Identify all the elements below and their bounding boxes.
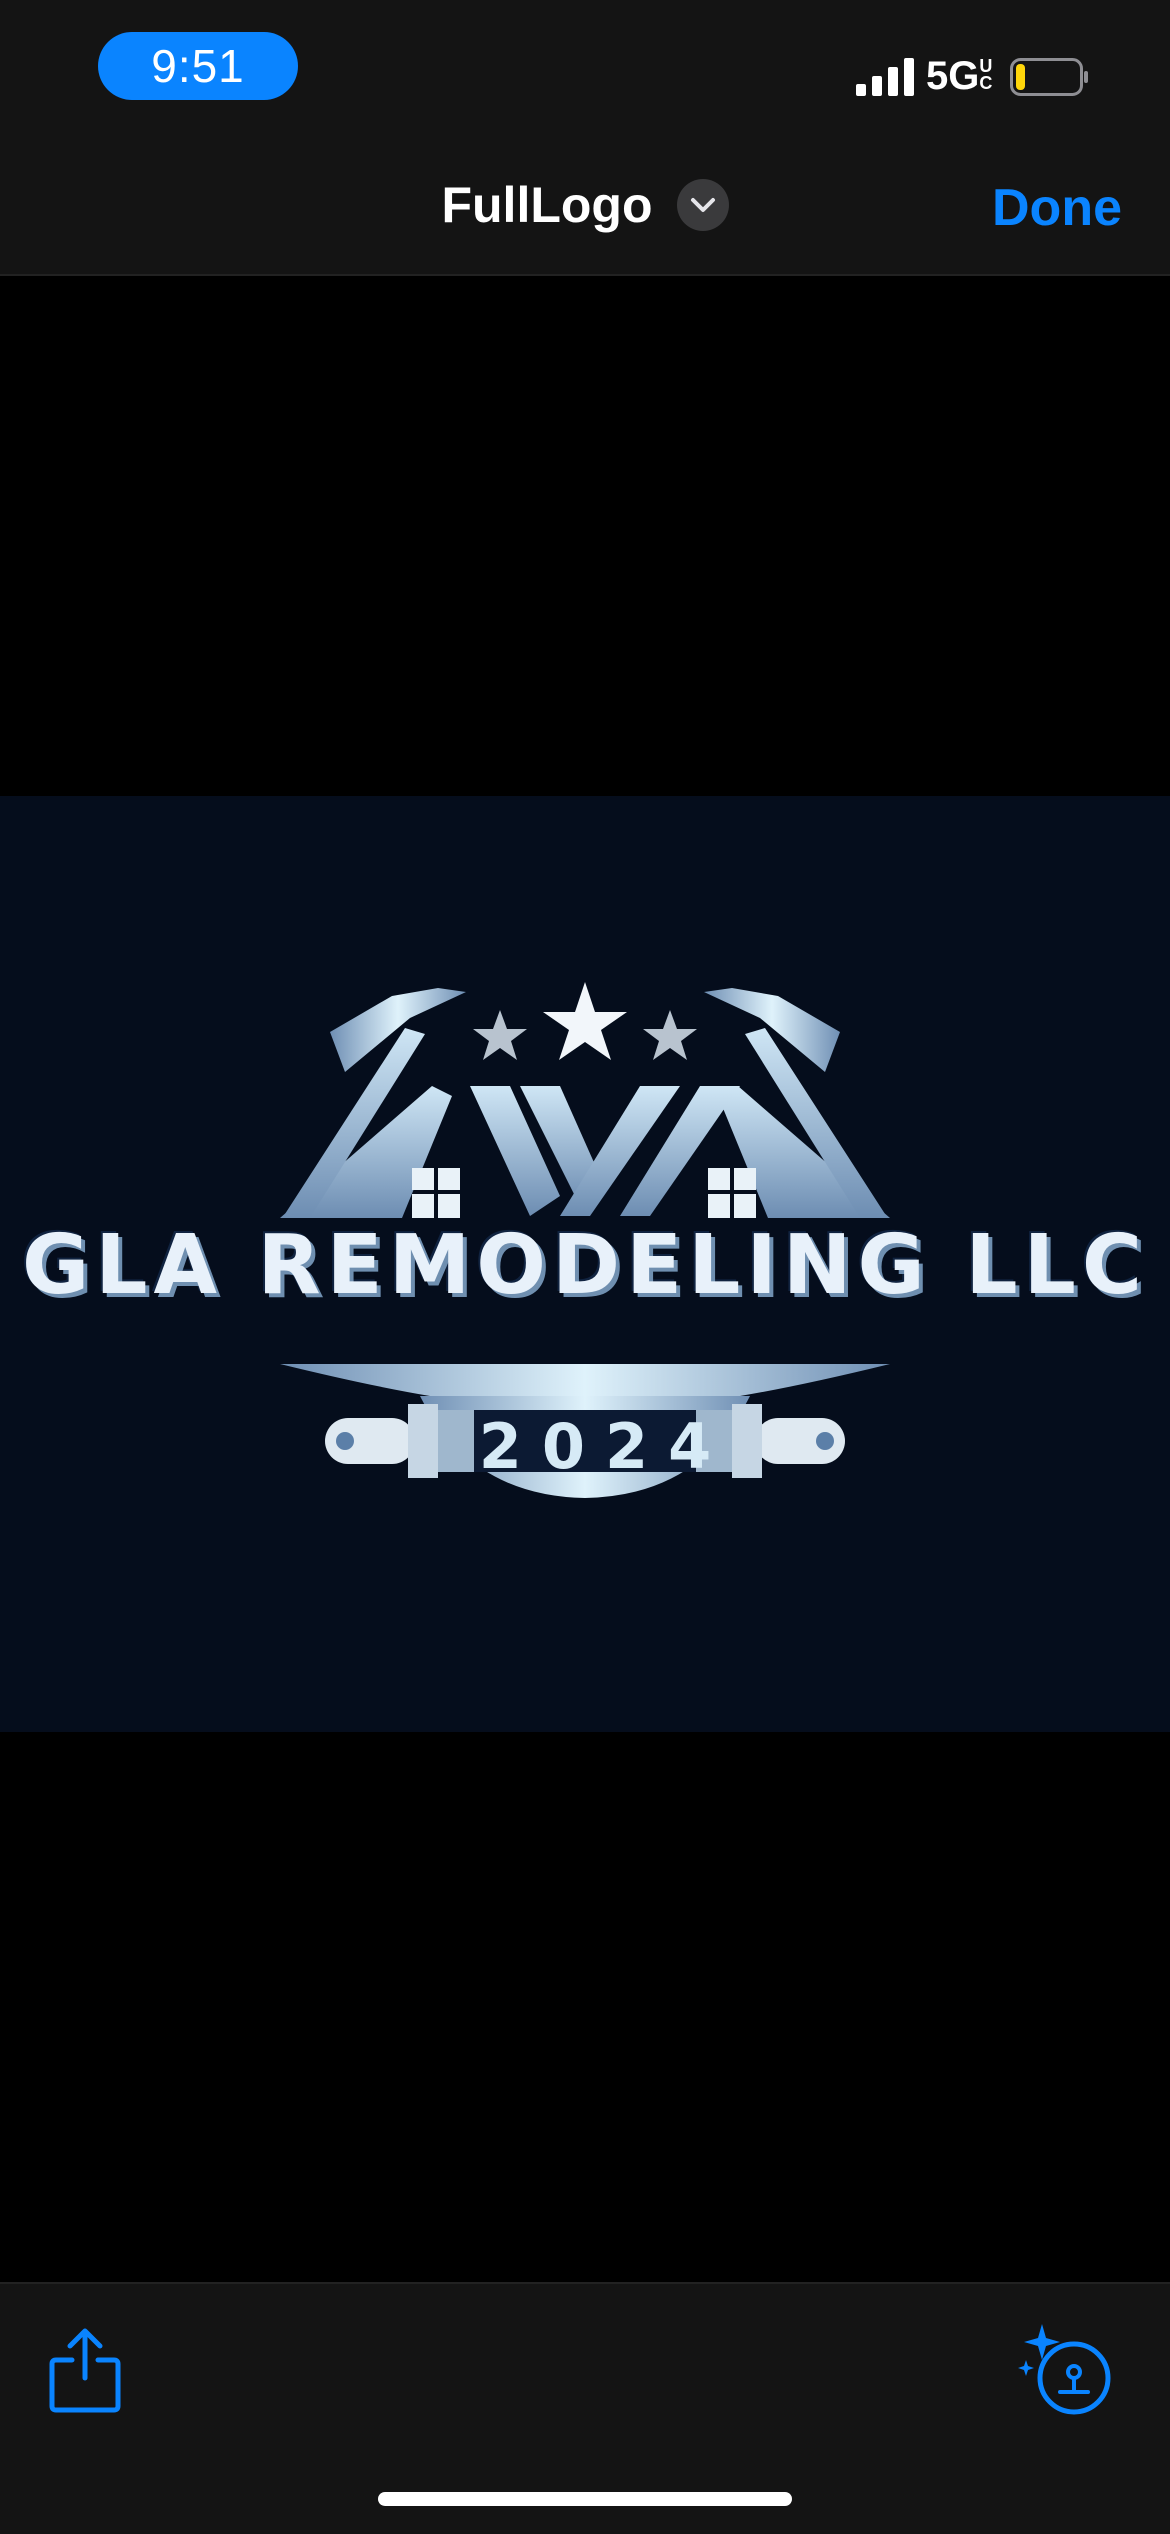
logo-company-name: GLA REMODELING LLC xyxy=(21,1218,1149,1313)
network-suffix: UC xyxy=(979,56,993,93)
chevron-down-icon[interactable] xyxy=(676,179,729,231)
logo-year: 2024 xyxy=(478,1410,732,1483)
cellular-signal-icon xyxy=(856,58,914,96)
status-time: 9:51 xyxy=(151,40,245,92)
status-bar: 9:51 5GUC xyxy=(0,0,1170,140)
battery-fill xyxy=(1016,64,1025,90)
nav-bar: FullLogo Done xyxy=(0,140,1170,276)
network-type: 5GUC xyxy=(926,54,997,99)
home-indicator xyxy=(378,2492,792,2506)
network-label: 5G xyxy=(926,54,980,98)
star-icon xyxy=(543,982,627,1060)
image-viewer[interactable]: GLA REMODELING LLC 2024 xyxy=(0,276,1170,2282)
star-icon xyxy=(643,1010,697,1060)
window-icon xyxy=(708,1168,756,1218)
battery-icon xyxy=(1010,58,1088,96)
logo-image: GLA REMODELING LLC 2024 xyxy=(0,796,1170,1732)
star-icon xyxy=(473,1010,527,1060)
time-pill[interactable]: 9:51 xyxy=(98,32,298,100)
bottom-toolbar xyxy=(0,2282,1170,2534)
visual-lookup-icon[interactable] xyxy=(1016,2320,1116,2420)
done-button[interactable]: Done xyxy=(992,178,1122,238)
share-icon[interactable] xyxy=(48,2326,122,2414)
file-title[interactable]: FullLogo xyxy=(441,176,652,234)
window-icon xyxy=(412,1168,460,1218)
